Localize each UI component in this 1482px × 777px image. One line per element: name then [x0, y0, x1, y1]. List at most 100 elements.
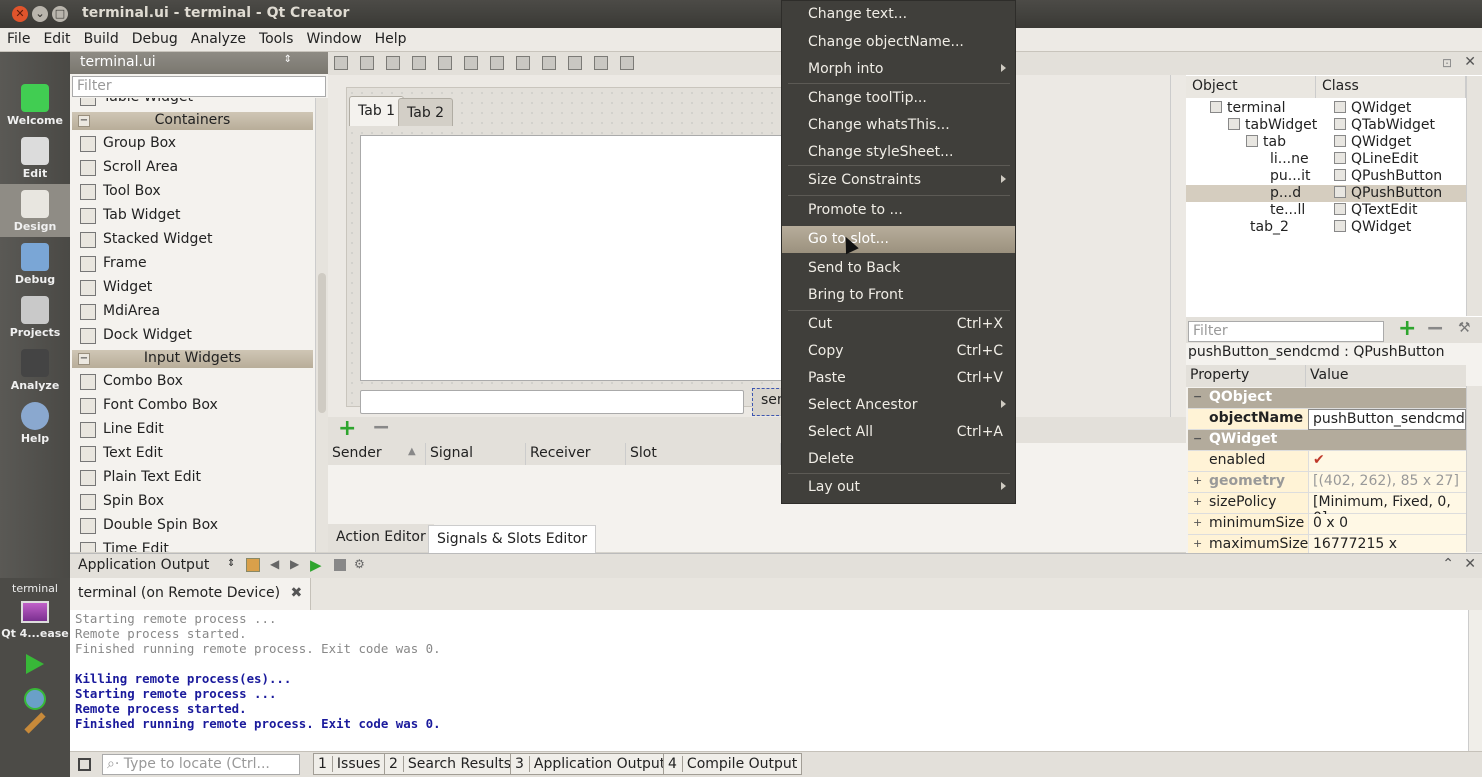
widget-item[interactable]: Scroll Area — [70, 156, 315, 180]
object-row[interactable]: pu...it QPushButton — [1186, 168, 1466, 185]
expand-icon[interactable]: + — [1193, 496, 1203, 507]
col-receiver[interactable]: Receiver — [526, 443, 626, 465]
layout-grid-icon[interactable] — [568, 56, 582, 70]
previous-item-icon[interactable]: ◀ — [270, 557, 279, 571]
close-panel-icon[interactable]: ✕ — [1464, 54, 1476, 70]
layout-form-icon[interactable] — [542, 56, 556, 70]
col-class[interactable]: Class — [1316, 76, 1466, 98]
break-layout-icon[interactable] — [594, 56, 608, 70]
tab-1[interactable]: Tab 1 — [349, 96, 405, 126]
float-panel-icon[interactable]: ⊡ — [1442, 56, 1452, 70]
locator-input[interactable]: ⌕· Type to locate (Ctrl... — [102, 754, 300, 775]
property-row[interactable]: enabled ✔ — [1188, 451, 1466, 472]
widget-item[interactable]: Table Widget — [70, 98, 315, 110]
context-item-copy[interactable]: Copy Ctrl+C — [782, 338, 1015, 365]
tab-action-editor[interactable]: Action Editor — [328, 524, 434, 552]
widget-item[interactable]: Plain Text Edit — [70, 466, 315, 490]
edit-tab-order-icon[interactable] — [412, 56, 426, 70]
widget-item[interactable]: Stacked Widget — [70, 228, 315, 252]
property-value[interactable]: [Minimum, Fixed, 0, 0] — [1308, 493, 1466, 526]
widget-item[interactable]: Widget — [70, 276, 315, 300]
widget-item[interactable]: Dock Widget — [70, 324, 315, 348]
expand-icon[interactable]: + — [1193, 517, 1203, 528]
property-row[interactable]: + geometry [(402, 262), 85 x 27] — [1188, 472, 1466, 493]
text-edit-widget[interactable] — [360, 135, 800, 381]
status-button-issues[interactable]: 1 Issues — [313, 753, 386, 775]
adjust-size-icon[interactable] — [620, 56, 634, 70]
context-item-paste[interactable]: Paste Ctrl+V — [782, 365, 1015, 392]
widget-box-header[interactable]: terminal.ui ⇕ — [70, 52, 328, 74]
close-window-icon[interactable]: ✕ — [12, 6, 28, 22]
splitter-horizontal-icon[interactable] — [490, 56, 504, 70]
widget-item[interactable]: Font Combo Box — [70, 394, 315, 418]
context-item-send-to-back[interactable]: Send to Back — [782, 255, 1015, 282]
output-console[interactable]: Starting remote process ... Remote proces… — [70, 610, 1468, 751]
toggle-sidebar-icon[interactable] — [78, 758, 91, 771]
console-scrollbar[interactable] — [1468, 610, 1482, 751]
context-item-size-constraints[interactable]: Size Constraints — [782, 167, 1015, 194]
widget-item[interactable]: Spin Box — [70, 490, 315, 514]
property-row[interactable]: objectName pushButton_sendcmd — [1188, 409, 1466, 430]
menu-window[interactable]: Window — [299, 28, 367, 47]
splitter-vertical-icon[interactable] — [516, 56, 530, 70]
menu-analyze[interactable]: Analyze — [184, 28, 252, 47]
mode-design[interactable]: Design — [0, 184, 70, 237]
object-row[interactable]: tab_2 QWidget — [1186, 219, 1466, 236]
mode-welcome[interactable]: Welcome — [0, 78, 70, 131]
mode-edit[interactable]: Edit — [0, 131, 70, 184]
context-item-select-all[interactable]: Select All Ctrl+A — [782, 419, 1015, 446]
menu-debug[interactable]: Debug — [125, 28, 184, 47]
rerun-icon[interactable]: ▶ — [310, 556, 322, 574]
layout-horizontal-icon[interactable] — [438, 56, 452, 70]
status-button-application-output[interactable]: 3 Application Output — [510, 753, 671, 775]
collapse-icon[interactable]: − — [1193, 433, 1203, 444]
line-edit-widget[interactable] — [360, 390, 744, 414]
attach-debugger-icon[interactable]: ⚙ — [354, 557, 365, 571]
context-item-change-objectname[interactable]: Change objectName... — [782, 29, 1015, 56]
context-item-delete[interactable]: Delete — [782, 446, 1015, 473]
status-button-compile-output[interactable]: 4 Compile Output — [663, 753, 803, 775]
object-row[interactable]: terminal QWidget — [1186, 100, 1466, 117]
widget-item[interactable]: Combo Box — [70, 370, 315, 394]
widget-item[interactable]: Text Edit — [70, 442, 315, 466]
mode-projects[interactable]: Projects — [0, 290, 70, 343]
property-value[interactable]: pushButton_sendcmd — [1308, 409, 1466, 430]
minimize-window-icon[interactable]: ⌄ — [32, 6, 48, 22]
col-sender[interactable]: Sender ▲ — [328, 443, 426, 465]
context-item-promote-to[interactable]: Promote to ... — [782, 197, 1015, 224]
menu-tools[interactable]: Tools — [252, 28, 300, 47]
menu-build[interactable]: Build — [77, 28, 125, 47]
col-object[interactable]: Object — [1186, 76, 1316, 98]
category-header[interactable]: − Input Widgets — [72, 350, 313, 368]
output-tab-terminal[interactable]: terminal (on Remote Device) ✖ — [70, 578, 312, 610]
object-row[interactable]: li...ne QLineEdit — [1186, 151, 1466, 168]
widget-item[interactable]: Double Spin Box — [70, 514, 315, 538]
tab-2[interactable]: Tab 2 — [398, 98, 454, 126]
expand-icon[interactable]: + — [1193, 475, 1203, 486]
widget-item[interactable]: MdiArea — [70, 300, 315, 324]
layout-vertical-icon[interactable] — [464, 56, 478, 70]
context-item-select-ancestor[interactable]: Select Ancestor — [782, 392, 1015, 419]
col-property[interactable]: Property — [1186, 365, 1306, 387]
context-item-change-stylesheet[interactable]: Change styleSheet... — [782, 139, 1015, 166]
property-row[interactable]: +sizePolicy[Minimum, Fixed, 0, 0] — [1188, 493, 1466, 526]
property-scrollbar[interactable] — [1466, 386, 1482, 552]
category-header[interactable]: − Containers — [72, 112, 313, 130]
configure-wrench-icon[interactable]: ⚒ — [1458, 320, 1471, 336]
widget-item[interactable]: Line Edit — [70, 418, 315, 442]
tab-signals-slots-editor[interactable]: Signals & Slots Editor — [428, 525, 597, 553]
menu-file[interactable]: File — [0, 28, 36, 47]
add-connection-icon[interactable]: + — [338, 417, 356, 441]
context-item-change-text[interactable]: Change text... — [782, 1, 1015, 28]
widget-item[interactable]: Frame — [70, 252, 315, 276]
mode-help[interactable]: Help — [0, 396, 70, 449]
status-button-search-results[interactable]: 2 Search Results — [384, 753, 517, 775]
property-filter-input[interactable]: Filter — [1188, 321, 1384, 342]
kit-selector[interactable]: terminal Qt 4...ease — [0, 578, 70, 777]
stop-icon[interactable] — [334, 559, 346, 571]
close-pane-icon[interactable]: ✕ — [1464, 556, 1476, 572]
property-row[interactable]: + minimumSize 0 x 0 — [1188, 514, 1466, 535]
col-slot[interactable]: Slot — [626, 443, 781, 465]
close-tab-icon[interactable]: ✖ — [291, 585, 303, 601]
widget-item[interactable]: Tab Widget — [70, 204, 315, 228]
